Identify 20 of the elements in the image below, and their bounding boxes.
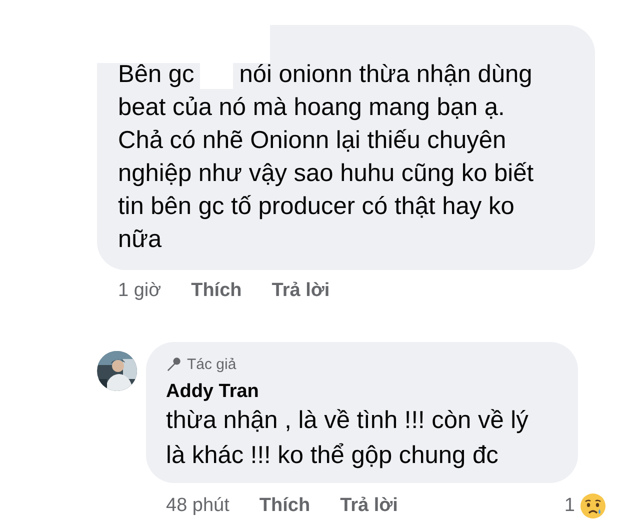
author-label: Tác giả (187, 356, 236, 373)
reaction-count: 1 (564, 495, 575, 517)
comment-text: Chả có nhẽ Onionn lại thiếu chuyên (118, 126, 506, 156)
crying-emoji-icon[interactable] (580, 493, 606, 519)
comment-text: nữa (118, 225, 162, 255)
comment-text: là khác !!! ko thể gộp chung đc (166, 441, 498, 471)
comment-text: tin bên gc tố producer có thật hay ko (118, 192, 514, 222)
action-link[interactable]: Thích (191, 280, 242, 302)
timestamp: 1 giờ (118, 280, 162, 302)
timestamp: 48 phút (166, 495, 230, 517)
microphone-icon (166, 357, 181, 372)
comment-text: Bên gc (118, 60, 194, 90)
comment-text: nói onionn thừa nhận dùng (239, 60, 532, 90)
comment-text: nghiệp như vậy sao huhu cũng ko biết (118, 159, 534, 189)
action-link[interactable]: Trả lời (272, 280, 330, 302)
comment-text: beat của nó mà hoang mang bạn ạ. (118, 93, 505, 123)
commenter-name[interactable]: Addy Tran (166, 381, 259, 403)
comment-text: thừa nhận , là về tình !!! còn về lý (166, 406, 528, 436)
action-link[interactable]: Trả lời (340, 495, 398, 517)
action-link[interactable]: Thích (259, 495, 310, 517)
